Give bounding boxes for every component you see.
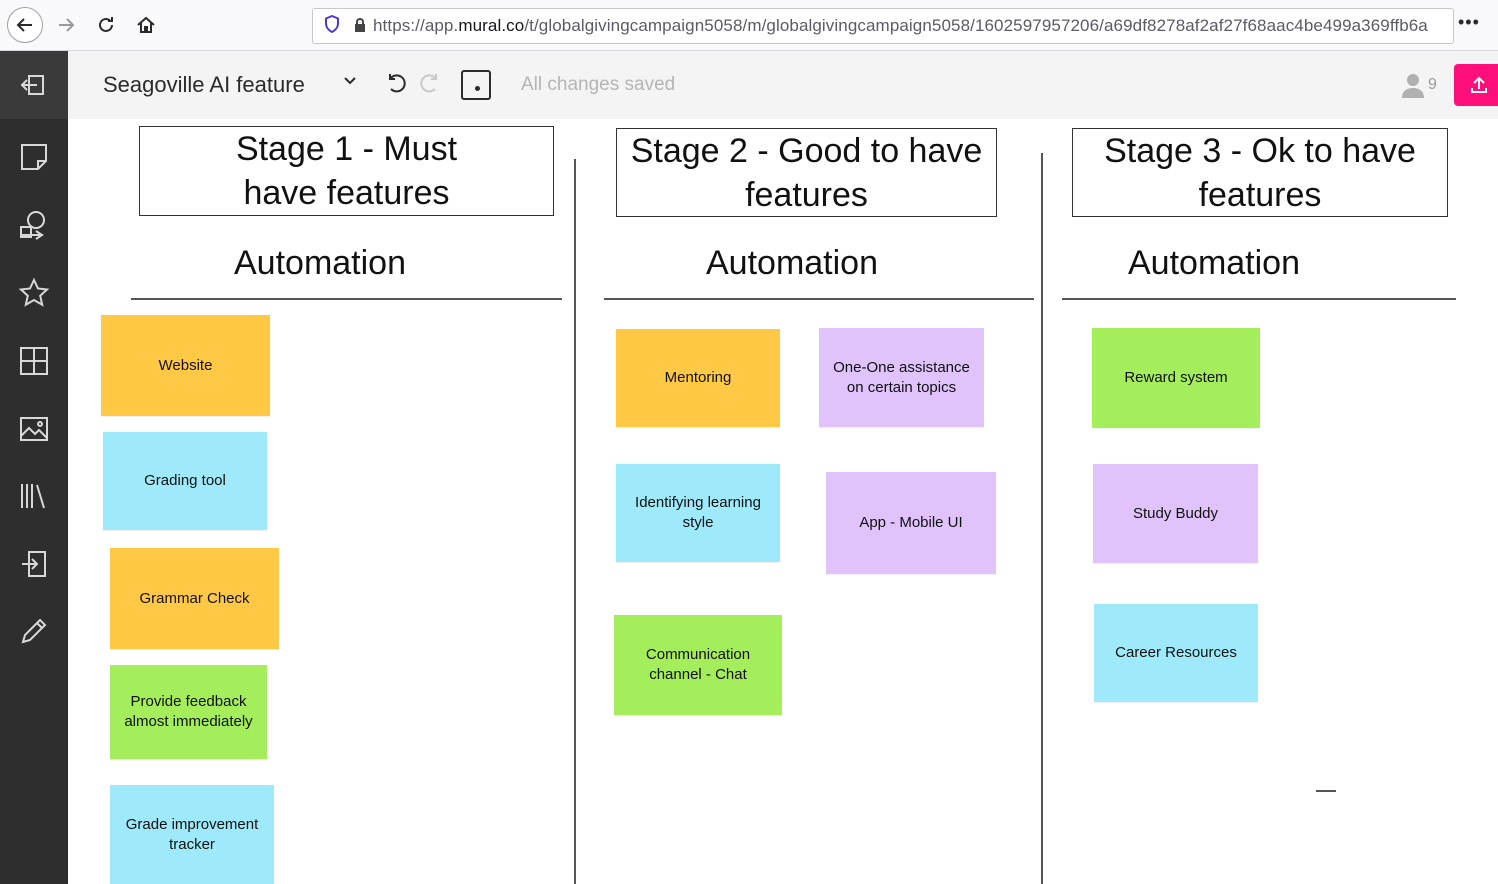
sticky-note[interactable]: App - Mobile UI [826,472,996,574]
library-tool[interactable] [17,479,51,513]
arrow-left-icon [16,18,32,32]
stray-line[interactable] [1316,790,1336,792]
stage-2-rule [604,298,1034,300]
icons-tool[interactable] [17,276,51,310]
sticky-note[interactable]: Mentoring [616,329,780,427]
stage-2-title[interactable]: Stage 2 - Good to have features [616,128,997,217]
sticky-note[interactable]: Provide feedback almost immediately [110,665,267,759]
sticky-note[interactable]: Study Buddy [1093,464,1258,563]
address-bar[interactable]: https://app.mural.co/t/globalgivingcampa… [312,8,1454,44]
stage-3-title[interactable]: Stage 3 - Ok to have features [1072,128,1448,217]
stage-3-heading[interactable]: Automation [1024,244,1404,283]
stage-1-rule [131,298,562,300]
home-icon [137,16,155,33]
library-icon [21,484,45,509]
home-button[interactable] [128,7,164,43]
sticky-note[interactable]: Grade improvement tracker [110,785,274,884]
reload-button[interactable] [88,7,124,43]
column-divider [574,159,576,884]
sticky-note[interactable]: Identifying learning style [616,464,780,562]
exit-icon [20,75,44,95]
draw-tool[interactable] [17,614,51,648]
arrow-right-icon [59,18,75,32]
share-button[interactable] [1454,64,1498,106]
user-count: 9 [1428,76,1437,93]
mural-header: Seagoville AI feature All changes saved … [68,51,1498,119]
pencil-icon [21,618,47,644]
stage-3-rule [1062,298,1456,300]
reload-icon [99,17,113,32]
forward-button[interactable] [48,7,84,43]
stage-2-heading[interactable]: Automation [602,244,982,283]
upload-icon [1471,76,1487,93]
chevron-down-icon[interactable] [342,73,358,94]
sticky-note[interactable]: One-One assistance on certain topics [819,328,984,427]
url-text: https://app.mural.co/t/globalgivingcampa… [373,16,1428,35]
exit-button[interactable] [0,51,68,119]
save-status: All changes saved [521,74,676,95]
browser-toolbar: https://app.mural.co/t/globalgivingcampa… [0,0,1498,51]
import-tool[interactable] [17,547,51,581]
shield-icon[interactable] [317,14,347,38]
shapes-tool[interactable] [17,208,51,242]
sticky-note[interactable]: Grading tool [103,432,267,530]
sticky-note[interactable]: Website [101,315,270,416]
sticky-note[interactable]: Communication channel - Chat [614,615,782,715]
sticky-note[interactable]: Reward system [1092,328,1260,428]
redo-icon[interactable] [418,71,442,102]
outline-toggle-icon[interactable] [461,70,491,100]
frameworks-tool[interactable] [17,344,51,378]
sticky-note[interactable]: Career Resources [1094,604,1258,702]
undo-icon[interactable] [384,71,408,102]
sticky-note[interactable]: Grammar Check [110,548,279,649]
import-icon [22,551,46,577]
stage-1-heading[interactable]: Automation [130,244,510,283]
stage-1-title[interactable]: Stage 1 - Must have features [139,126,554,216]
left-toolbar [0,51,68,884]
sticky-note-icon [21,144,47,170]
grid-icon [20,347,48,375]
shapes-icon [20,211,45,240]
more-menu-button[interactable]: ••• [1458,12,1480,33]
mural-canvas[interactable]: Stage 1 - Must have features Automation … [68,119,1498,884]
image-icon [20,417,48,441]
star-icon [18,277,50,307]
images-tool[interactable] [17,412,51,446]
back-button[interactable] [7,7,43,43]
user-icon[interactable] [1402,72,1424,98]
sticky-note-tool[interactable] [17,140,51,174]
lock-icon[interactable] [347,17,373,36]
mural-title[interactable]: Seagoville AI feature [103,72,305,98]
